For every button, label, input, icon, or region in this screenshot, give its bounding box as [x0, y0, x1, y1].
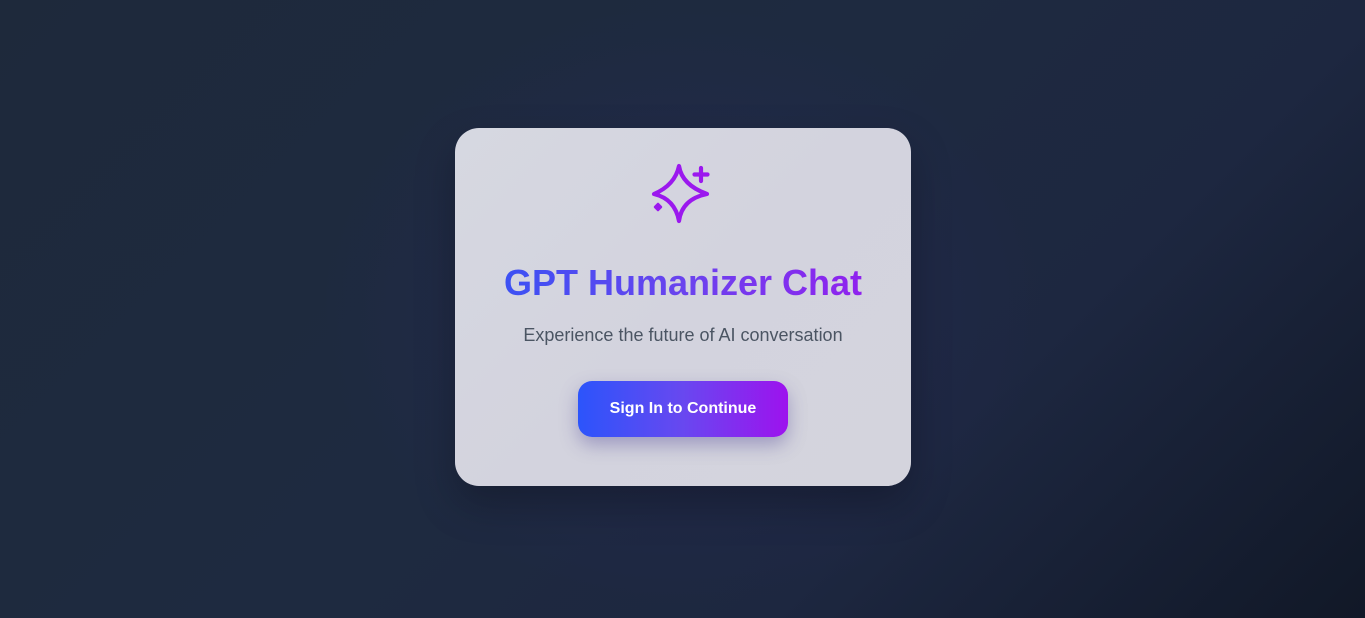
login-screen: GPT Humanizer Chat Experience the future…: [0, 0, 1365, 618]
app-title: GPT Humanizer Chat: [455, 262, 911, 304]
login-card: GPT Humanizer Chat Experience the future…: [455, 128, 911, 486]
sparkles-icon: [651, 163, 715, 227]
app-subtitle: Experience the future of AI conversation: [523, 325, 843, 345]
sign-in-button[interactable]: Sign In to Continue: [578, 381, 788, 437]
